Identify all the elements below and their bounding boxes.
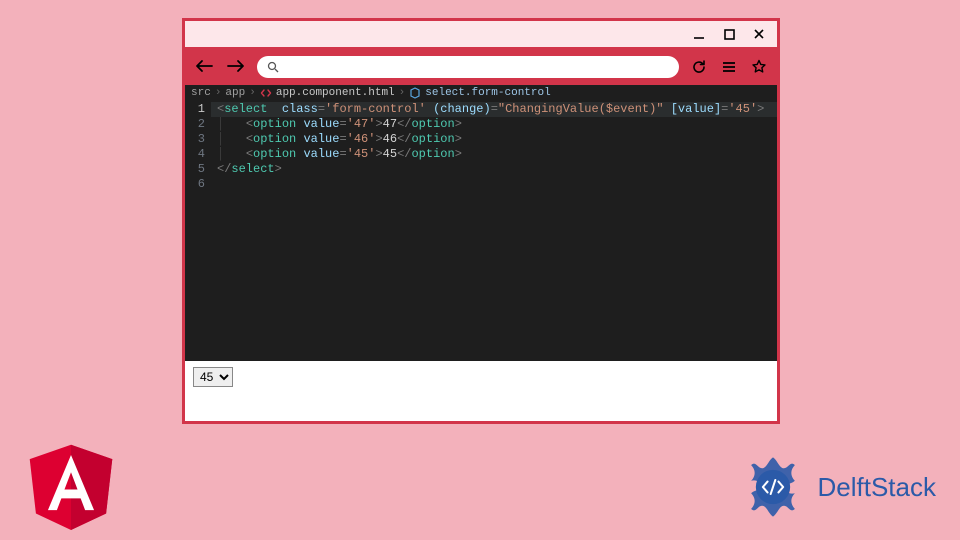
reload-button[interactable] — [689, 59, 709, 75]
code-editor: src › app › app.component.html › select.… — [185, 85, 777, 361]
bookmark-button[interactable] — [749, 59, 769, 75]
browser-toolbar — [185, 49, 777, 85]
search-icon — [267, 61, 279, 73]
line-number: 2 — [185, 117, 205, 132]
line-number: 6 — [185, 177, 205, 192]
output-select[interactable]: 474645 — [193, 367, 233, 387]
chevron-right-icon: › — [399, 87, 406, 99]
angular-logo — [28, 440, 114, 532]
code-area[interactable]: 123456 <select class='form-control' (cha… — [185, 101, 777, 361]
html-file-icon — [260, 87, 272, 99]
window-titlebar — [185, 21, 777, 49]
chevron-right-icon: › — [215, 87, 222, 99]
code-content[interactable]: <select class='form-control' (change)="C… — [211, 101, 777, 361]
hamburger-icon — [721, 60, 737, 74]
breadcrumb-symbol[interactable]: select.form-control — [425, 87, 550, 99]
forward-button[interactable] — [225, 57, 247, 78]
maximize-button[interactable] — [721, 26, 737, 42]
breadcrumb-file[interactable]: app.component.html — [276, 87, 395, 99]
delftstack-badge-icon — [734, 448, 812, 526]
maximize-icon — [723, 28, 736, 41]
symbol-icon — [409, 87, 421, 99]
line-gutter: 123456 — [185, 101, 211, 361]
breadcrumb-part[interactable]: app — [225, 87, 245, 99]
delftstack-text: DelftStack — [818, 472, 937, 503]
arrow-left-icon — [195, 59, 213, 73]
arrow-right-icon — [227, 59, 245, 73]
minimize-icon — [692, 27, 706, 41]
breadcrumb[interactable]: src › app › app.component.html › select.… — [185, 85, 777, 101]
close-button[interactable] — [751, 26, 767, 42]
back-button[interactable] — [193, 57, 215, 78]
close-icon — [752, 27, 766, 41]
breadcrumb-part[interactable]: src — [191, 87, 211, 99]
line-number: 1 — [185, 102, 205, 117]
rendered-page: 474645 — [185, 361, 777, 421]
url-bar[interactable] — [257, 56, 679, 78]
reload-icon — [691, 59, 707, 75]
chevron-right-icon: › — [249, 87, 256, 99]
line-number: 3 — [185, 132, 205, 147]
menu-button[interactable] — [719, 60, 739, 74]
delftstack-logo: DelftStack — [734, 448, 937, 526]
minimize-button[interactable] — [691, 26, 707, 42]
line-number: 4 — [185, 147, 205, 162]
star-icon — [751, 59, 767, 75]
line-number: 5 — [185, 162, 205, 177]
browser-window: src › app › app.component.html › select.… — [182, 18, 780, 424]
